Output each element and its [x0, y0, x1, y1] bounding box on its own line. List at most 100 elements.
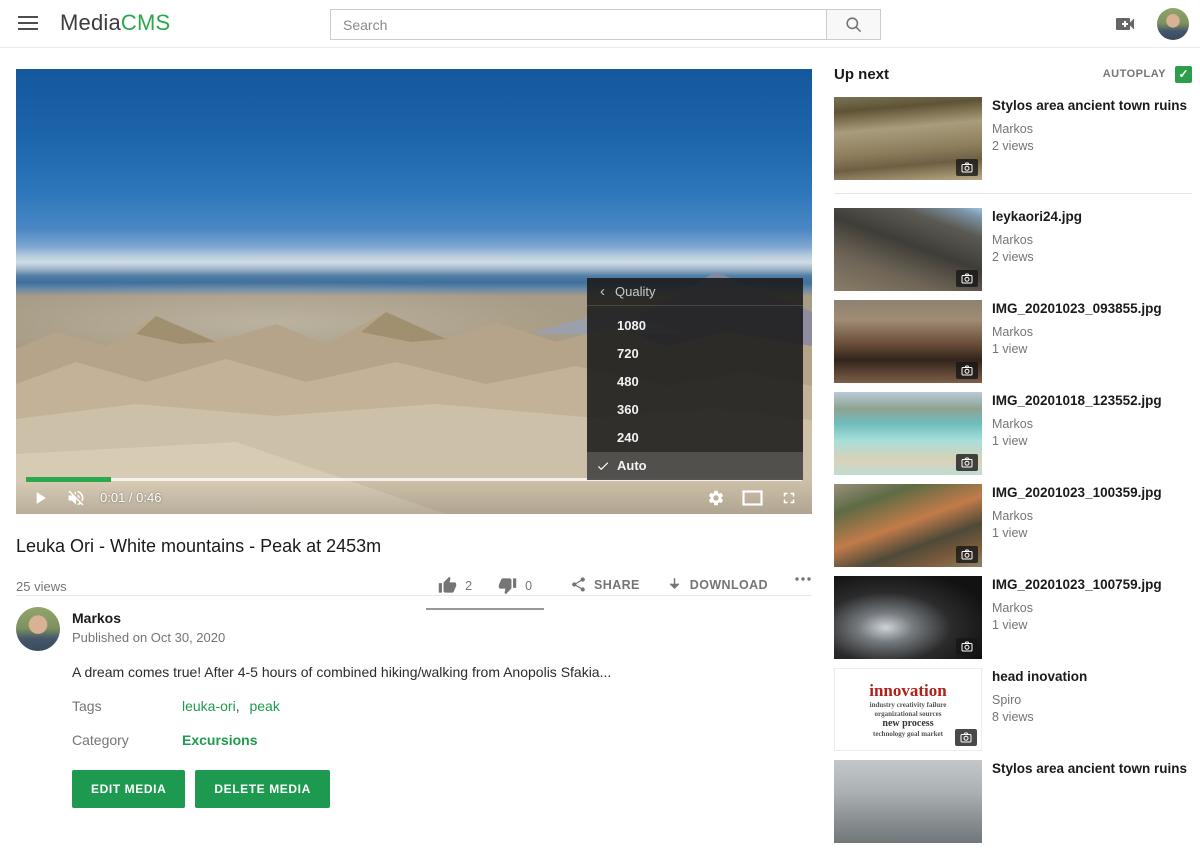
thumb-down-icon: [498, 576, 517, 595]
item-author: Markos: [992, 325, 1162, 339]
quality-option-auto[interactable]: Auto: [587, 452, 803, 480]
media-description: A dream comes true! After 4-5 hours of c…: [72, 664, 812, 680]
publish-date: Published on Oct 30, 2020: [72, 630, 225, 645]
camera-icon: [956, 638, 978, 655]
chevron-left-icon: ‹: [600, 283, 605, 300]
wordcloud-text: technology goal market: [873, 730, 943, 738]
list-item[interactable]: Stylos area ancient town ruins: [834, 760, 1192, 843]
quality-option-720[interactable]: 720: [587, 340, 803, 368]
share-button[interactable]: SHARE: [570, 573, 640, 593]
menu-icon[interactable]: [18, 16, 38, 32]
video-thumbnail[interactable]: [834, 576, 982, 659]
item-title[interactable]: IMG_20201023_100759.jpg: [992, 577, 1162, 594]
user-avatar[interactable]: [1157, 8, 1189, 40]
quality-menu-title: Quality: [615, 284, 655, 299]
logo-cms-text: CMS: [121, 10, 171, 35]
up-next-title: Up next: [834, 66, 889, 83]
list-item[interactable]: IMG_20201023_100359.jpg Markos 1 view: [834, 484, 1192, 567]
video-thumbnail[interactable]: [834, 97, 982, 180]
list-item[interactable]: IMG_20201023_093855.jpg Markos 1 view: [834, 300, 1192, 383]
wordcloud-text: organizational sources: [875, 710, 942, 718]
item-author: Markos: [992, 233, 1082, 247]
item-title[interactable]: leykaori24.jpg: [992, 209, 1082, 226]
media-actions: 2 0 SHARE DOWNLOAD: [426, 573, 812, 595]
search-input[interactable]: [330, 9, 827, 40]
dislike-count: 0: [525, 579, 532, 593]
category-row: Category Excursions: [72, 732, 812, 748]
search-button[interactable]: [826, 9, 881, 40]
autoplay-control: AUTOPLAY ✓: [1103, 66, 1192, 83]
more-dots-icon: [794, 576, 812, 582]
quality-menu: ‹ Quality 1080 720 480 360 240 Auto: [587, 278, 803, 480]
video-thumbnail[interactable]: innovation industry creativity failure o…: [834, 668, 982, 751]
category-label: Category: [72, 732, 182, 748]
autoplay-label: AUTOPLAY: [1103, 68, 1166, 80]
item-title[interactable]: IMG_20201023_100359.jpg: [992, 485, 1162, 502]
video-player[interactable]: ‹ Quality 1080 720 480 360 240 Auto: [16, 69, 812, 514]
download-icon: [666, 576, 683, 593]
item-author: Markos: [992, 417, 1162, 431]
item-views: 8 views: [992, 710, 1087, 724]
video-thumbnail[interactable]: [834, 484, 982, 567]
item-views: 1 view: [992, 434, 1162, 448]
item-title[interactable]: IMG_20201018_123552.jpg: [992, 393, 1162, 410]
upload-media-icon[interactable]: [1113, 12, 1137, 36]
up-next-sidebar: Up next AUTOPLAY ✓ Stylos area ancient t…: [834, 62, 1192, 852]
app-logo[interactable]: MediaCMS: [60, 10, 170, 36]
item-views: 2 views: [992, 250, 1082, 264]
settings-gear-icon[interactable]: [707, 489, 725, 507]
camera-icon: [956, 270, 978, 287]
list-item[interactable]: IMG_20201023_100759.jpg Markos 1 view: [834, 576, 1192, 659]
dislike-button[interactable]: 0: [498, 576, 532, 595]
list-item[interactable]: Stylos area ancient town ruins Markos 2 …: [834, 97, 1192, 180]
item-views: 1 view: [992, 342, 1162, 356]
list-item[interactable]: leykaori24.jpg Markos 2 views: [834, 208, 1192, 291]
like-count: 2: [465, 579, 472, 593]
quality-option-360[interactable]: 360: [587, 396, 803, 424]
thumb-up-icon: [438, 576, 457, 595]
fullscreen-icon[interactable]: [780, 489, 798, 507]
video-thumbnail[interactable]: [834, 392, 982, 475]
download-label: DOWNLOAD: [690, 578, 768, 592]
play-button[interactable]: [30, 488, 50, 508]
author-name[interactable]: Markos: [72, 610, 225, 626]
camera-icon: [956, 159, 978, 176]
quality-options: 1080 720 480 360 240 Auto: [587, 306, 803, 480]
quality-menu-back[interactable]: ‹ Quality: [587, 278, 803, 306]
camera-icon: [956, 546, 978, 563]
tag-link-peak[interactable]: peak: [249, 698, 279, 714]
more-options-button[interactable]: [794, 573, 812, 582]
player-controls: 0:01 / 0:46: [16, 481, 812, 514]
autoplay-checkbox[interactable]: ✓: [1175, 66, 1192, 83]
app-header: MediaCMS: [0, 0, 1200, 48]
tag-link-leuka-ori[interactable]: leuka-ori: [182, 698, 236, 714]
author-section: Markos Published on Oct 30, 2020: [16, 607, 812, 651]
video-thumbnail[interactable]: [834, 760, 982, 843]
camera-icon: [955, 729, 977, 746]
item-author: Markos: [992, 509, 1162, 523]
quality-option-1080[interactable]: 1080: [587, 312, 803, 340]
delete-media-button[interactable]: DELETE MEDIA: [195, 770, 330, 808]
video-thumbnail[interactable]: [834, 300, 982, 383]
list-item[interactable]: IMG_20201018_123552.jpg Markos 1 view: [834, 392, 1192, 475]
download-button[interactable]: DOWNLOAD: [666, 573, 768, 593]
item-views: 1 view: [992, 618, 1162, 632]
edit-media-button[interactable]: EDIT MEDIA: [72, 770, 185, 808]
camera-icon: [956, 362, 978, 379]
item-title[interactable]: Stylos area ancient town ruins: [992, 98, 1187, 115]
item-title[interactable]: IMG_20201023_093855.jpg: [992, 301, 1162, 318]
item-title[interactable]: head inovation: [992, 669, 1087, 686]
volume-muted-icon[interactable]: [66, 488, 86, 508]
author-avatar[interactable]: [16, 607, 60, 651]
category-link[interactable]: Excursions: [182, 732, 257, 748]
media-manage-buttons: EDIT MEDIA DELETE MEDIA: [72, 770, 812, 808]
item-title[interactable]: Stylos area ancient town ruins: [992, 761, 1187, 778]
like-button[interactable]: 2: [438, 576, 472, 595]
quality-option-480[interactable]: 480: [587, 368, 803, 396]
media-header-section: Leuka Ori - White mountains - Peak at 24…: [16, 514, 812, 596]
video-thumbnail[interactable]: [834, 208, 982, 291]
item-author: Markos: [992, 601, 1162, 615]
list-item[interactable]: innovation industry creativity failure o…: [834, 668, 1192, 751]
theater-mode-icon[interactable]: [742, 490, 763, 506]
quality-option-240[interactable]: 240: [587, 424, 803, 452]
